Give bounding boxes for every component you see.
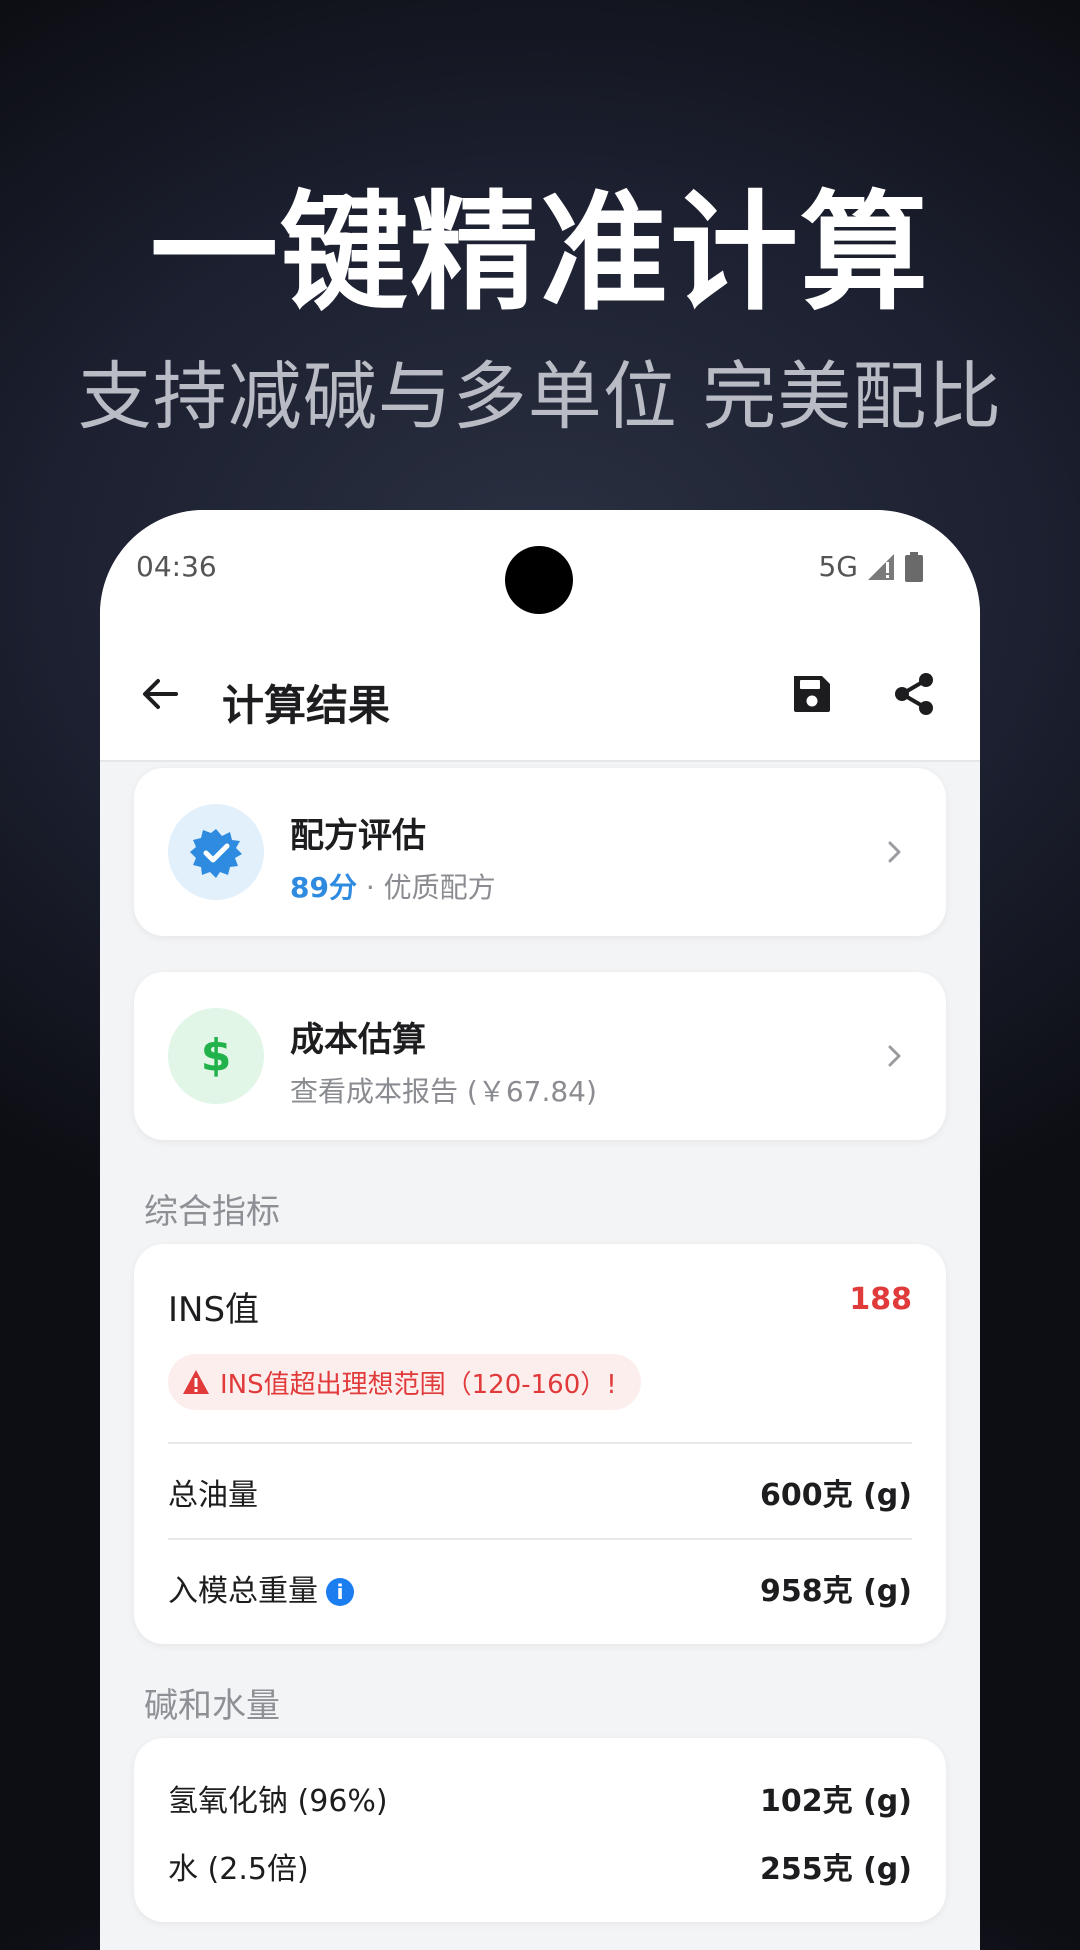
evaluation-label: 优质配方	[383, 871, 496, 904]
warning-icon	[183, 1370, 209, 1394]
svg-text:$: $	[201, 1030, 232, 1081]
naoh-label: 氢氧化钠 (96%)	[168, 1784, 388, 1819]
ins-warning-text: INS值超出理想范围（120-160）!	[220, 1369, 617, 1400]
page-title: 计算结果	[222, 681, 391, 730]
hero-subtitle: 支持减碱与多单位 完美配比	[77, 354, 1003, 440]
lye-water-card: 氢氧化钠 (96%) 102克 (g) 水 (2.5倍) 255克 (g)	[134, 1738, 946, 1922]
cost-subtitle: 查看成本报告 (￥67.84)	[290, 1075, 597, 1108]
save-icon[interactable]	[788, 670, 836, 718]
cost-icon-circle: $	[168, 1008, 264, 1104]
front-camera	[505, 546, 573, 614]
water-label: 水 (2.5倍)	[168, 1852, 309, 1887]
status-time: 04:36	[136, 550, 217, 583]
metrics-section-title: 综合指标	[144, 1192, 280, 1232]
dollar-icon: $	[201, 1030, 232, 1081]
lye-water-section-title: 碱和水量	[144, 1686, 280, 1726]
status-indicators: 5G	[818, 550, 924, 583]
phone-frame: 04:36 5G 计算结果 配方评估 89分 · 优质配方 $ 成本估算 查看成…	[100, 510, 980, 1950]
battery-icon	[905, 551, 923, 582]
divider	[168, 1442, 912, 1444]
water-value: 255克 (g)	[760, 1852, 912, 1887]
chevron-right-icon	[888, 841, 901, 863]
evaluation-subtitle: 89分 · 优质配方	[290, 866, 496, 906]
mold-weight-label: 入模总重量	[168, 1574, 318, 1609]
app-bar: 计算结果	[100, 630, 980, 762]
ins-value: 188	[849, 1282, 912, 1317]
evaluation-title: 配方评估	[290, 816, 426, 856]
mold-weight-value: 958克 (g)	[760, 1574, 912, 1609]
network-label: 5G	[818, 550, 858, 583]
evaluation-separator: ·	[356, 871, 384, 904]
hero-title: 一键精准计算	[149, 179, 930, 328]
ins-warning-badge: INS值超出理想范围（120-160）!	[168, 1354, 641, 1410]
signal-icon	[868, 553, 894, 580]
evaluation-icon-circle	[168, 804, 264, 900]
mold-weight-row: 入模总重量 i	[168, 1566, 354, 1610]
verified-badge-icon	[190, 829, 242, 878]
formula-evaluation-card[interactable]: 配方评估 89分 · 优质配方	[134, 768, 946, 936]
total-oil-value: 600克 (g)	[760, 1478, 912, 1513]
share-icon[interactable]	[890, 670, 938, 718]
naoh-value: 102克 (g)	[760, 1784, 912, 1819]
metrics-card: INS值 188 INS值超出理想范围（120-160）! 总油量 600克 (…	[134, 1244, 946, 1644]
status-bar: 04:36 5G	[100, 510, 980, 630]
divider	[168, 1538, 912, 1540]
cost-estimate-card[interactable]: $ 成本估算 查看成本报告 (￥67.84)	[134, 972, 946, 1140]
info-icon[interactable]: i	[326, 1578, 354, 1606]
cost-title: 成本估算	[290, 1020, 426, 1060]
back-arrow-icon[interactable]	[136, 670, 184, 718]
ins-label: INS值	[168, 1290, 260, 1330]
chevron-right-icon	[888, 1045, 901, 1067]
evaluation-score: 89分	[290, 871, 357, 904]
total-oil-label: 总油量	[168, 1478, 258, 1513]
